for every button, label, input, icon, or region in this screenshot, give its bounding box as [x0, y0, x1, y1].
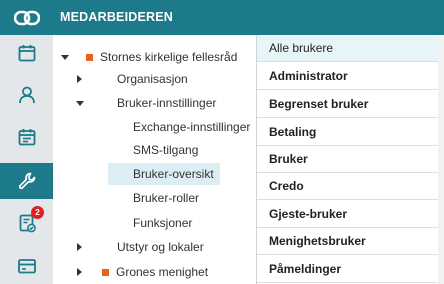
tree-node-sms[interactable]: SMS-tilgang — [53, 140, 256, 160]
tree-node-exchange[interactable]: Exchange-innstillinger — [53, 117, 256, 137]
icon-rail: 2 — [0, 35, 53, 284]
tree-node-funksjoner[interactable]: Funksjoner — [53, 213, 256, 233]
tree-node-label: Bruker-innstillinger — [117, 96, 217, 110]
settings-tree: Stornes kirkelige fellesråd Organisasjon… — [53, 35, 256, 284]
caret-down-icon[interactable] — [61, 55, 69, 60]
tree-node-stornes[interactable]: Stornes kirkelige fellesråd — [53, 47, 256, 67]
rail-calendar-check-button[interactable] — [0, 119, 53, 155]
tree-node-label: Stornes kirkelige fellesråd — [100, 50, 238, 64]
list-item-alle-brukere[interactable]: Alle brukere — [257, 35, 444, 62]
card-icon — [17, 256, 37, 276]
list-item[interactable]: Betaling — [257, 119, 444, 146]
list-scrollbar[interactable] — [438, 35, 444, 284]
list-item[interactable]: Gjeste-bruker — [257, 201, 444, 228]
tree-node-label: SMS-tilgang — [133, 143, 199, 157]
tree-node-organisasjon[interactable]: Organisasjon — [53, 69, 256, 89]
tree-node-label: Funksjoner — [133, 216, 193, 230]
list-item[interactable]: Credo — [257, 173, 444, 200]
calendar-check-icon — [17, 127, 37, 147]
tree-node-utstyr[interactable]: Utstyr og lokaler — [53, 237, 256, 257]
user-role-list: Alle brukere Administrator Begrenset bru… — [257, 35, 444, 284]
org-marker-icon — [86, 54, 93, 61]
rail-calendar-button[interactable] — [0, 35, 53, 71]
link-logo-icon[interactable] — [13, 8, 41, 28]
tree-node-bruker-innstillinger[interactable]: Bruker-innstillinger — [53, 93, 256, 113]
tree-node-label: Bruker-roller — [133, 191, 200, 205]
wrench-icon — [17, 171, 37, 191]
user-icon — [17, 85, 37, 105]
tree-node-label: Grones menighet — [116, 265, 209, 279]
rail-tasks-button[interactable]: 2 — [0, 205, 53, 241]
caret-right-icon[interactable] — [77, 268, 82, 276]
caret-right-icon[interactable] — [77, 75, 82, 83]
tree-node-bruker-oversikt[interactable]: Bruker-oversikt — [108, 163, 220, 185]
tree-node-label: Exchange-innstillinger — [133, 120, 251, 134]
caret-down-icon[interactable] — [76, 101, 84, 106]
tree-node-label: Utstyr og lokaler — [117, 240, 204, 254]
app-title: MEDARBEIDEREN — [60, 10, 174, 24]
tree-node-grones[interactable]: Grones menighet — [53, 262, 256, 282]
tree-node-label: Organisasjon — [117, 72, 188, 86]
list-item[interactable]: Påmeldinger — [257, 256, 444, 283]
rail-payment-button[interactable] — [0, 248, 53, 284]
tree-node-bruker-roller[interactable]: Bruker-roller — [53, 188, 256, 208]
notification-badge: 2 — [31, 206, 44, 219]
tree-node-label: Bruker-oversikt — [133, 167, 214, 181]
rail-settings-button[interactable] — [0, 163, 53, 199]
org-marker-icon — [102, 269, 109, 276]
app-header: MEDARBEIDEREN — [0, 0, 444, 35]
list-item[interactable]: Bruker — [257, 146, 444, 173]
list-item[interactable]: Administrator — [257, 63, 444, 90]
calendar-icon — [17, 43, 37, 63]
list-item[interactable]: Begrenset bruker — [257, 91, 444, 118]
rail-user-button[interactable] — [0, 77, 53, 113]
list-item[interactable]: Menighetsbruker — [257, 228, 444, 255]
caret-right-icon[interactable] — [77, 243, 82, 251]
